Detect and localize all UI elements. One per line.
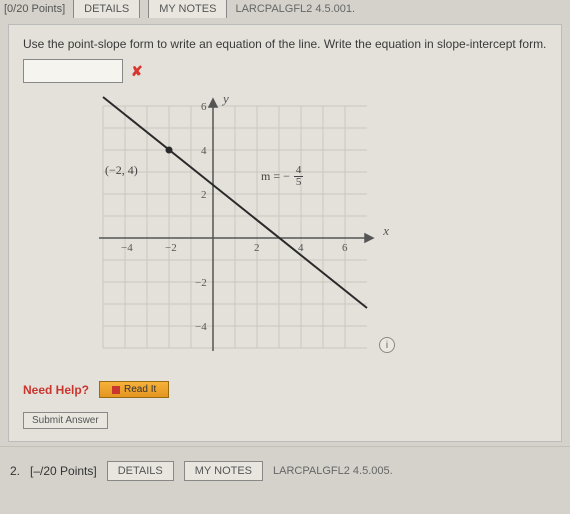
my-notes-button-next[interactable]: MY NOTES <box>184 461 263 481</box>
x-axis-label: x <box>383 223 389 239</box>
need-help-row: Need Help? Read It <box>23 381 547 398</box>
reference-label-next: LARCPALGFL2 4.5.005. <box>273 465 393 477</box>
answer-row: ✘ <box>23 59 547 83</box>
details-button-top[interactable]: DETAILS <box>73 0 140 18</box>
tick-y-p6: 6 <box>201 101 207 113</box>
reference-label-top: LARCPALGFL2 4.5.001. <box>235 3 355 15</box>
info-icon[interactable]: i <box>379 337 395 353</box>
slope-denominator: 5 <box>294 177 304 188</box>
details-button-next[interactable]: DETAILS <box>107 461 174 481</box>
answer-input[interactable] <box>23 59 123 83</box>
submit-answer-button[interactable]: Submit Answer <box>23 412 108 429</box>
tick-x-n4: −4 <box>121 242 133 254</box>
points-label: [0/20 Points] <box>4 3 65 15</box>
read-it-label: Read It <box>124 384 156 395</box>
tick-y-n4: −4 <box>195 321 207 333</box>
question-number: 2. <box>10 464 20 478</box>
tick-y-p4: 4 <box>201 145 207 157</box>
slope-label: m = − 4 5 <box>261 165 303 188</box>
plot-point <box>166 147 173 154</box>
my-notes-button-top[interactable]: MY NOTES <box>148 0 227 18</box>
y-axis-label: y <box>223 91 229 107</box>
point-label: (−2, 4) <box>105 163 138 178</box>
tick-y-n2: −2 <box>195 277 207 289</box>
question-card: Use the point-slope form to write an equ… <box>8 24 562 442</box>
tick-x-n2: −2 <box>165 242 177 254</box>
need-help-label: Need Help? <box>23 383 89 397</box>
next-points-label: [–/20 Points] <box>30 464 97 478</box>
graph-svg: −4 −2 2 4 6 6 4 2 −2 −4 <box>63 93 393 363</box>
wrong-icon: ✘ <box>131 63 143 80</box>
read-it-button[interactable]: Read It <box>99 381 169 398</box>
tick-x-p2: 2 <box>254 242 260 254</box>
question-prompt: Use the point-slope form to write an equ… <box>23 37 547 51</box>
header-row: [0/20 Points] DETAILS MY NOTES LARCPALGF… <box>0 0 570 18</box>
book-icon <box>112 386 120 394</box>
slope-prefix: m = − <box>261 169 290 184</box>
tick-x-p4: 4 <box>298 242 304 254</box>
next-question-row: 2. [–/20 Points] DETAILS MY NOTES LARCPA… <box>0 446 570 489</box>
graph: y x (−2, 4) m = − 4 5 <box>63 93 393 363</box>
tick-x-p6: 6 <box>342 242 348 254</box>
slope-fraction: 4 5 <box>294 165 304 188</box>
tick-y-p2: 2 <box>201 189 207 201</box>
